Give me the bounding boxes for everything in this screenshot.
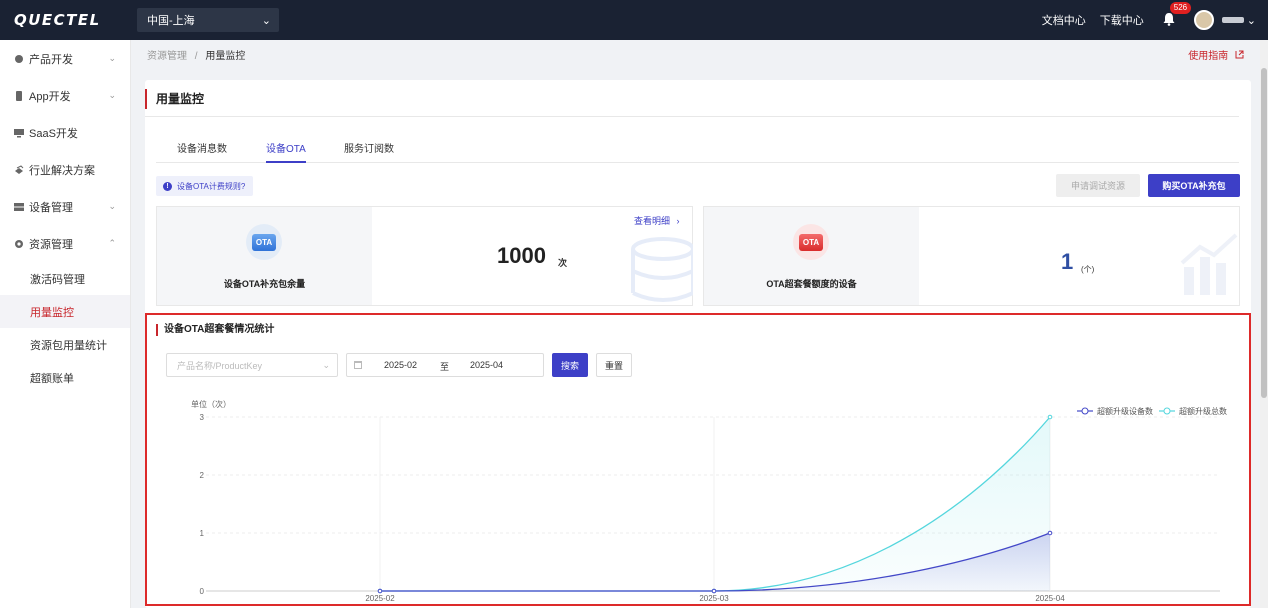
region-selector[interactable]: 中国-上海 ⌄	[137, 8, 279, 32]
view-detail-link[interactable]: 查看明细 ›	[634, 214, 680, 227]
chevron-down-icon: ⌄	[261, 14, 271, 27]
chevron-down-icon: ⌄	[108, 53, 116, 63]
stat-left-panel: OTA 设备OTA补充包余量	[157, 207, 372, 305]
sidebar-subitem-activation-codes[interactable]: 激活码管理	[0, 262, 130, 295]
stat-unit: (个)	[1081, 265, 1095, 274]
stat-label: OTA超套餐额度的设备	[766, 279, 857, 289]
y-tick-label: 0	[200, 587, 205, 596]
docs-center-link[interactable]: 文档中心	[1042, 12, 1086, 28]
x-tick-label: 2025-04	[1035, 594, 1065, 603]
top-navigation-bar: QUECTEL 中国-上海 ⌄ 文档中心 下载中心 526 ⌄	[0, 0, 1268, 40]
notification-badge: 526	[1169, 2, 1192, 14]
ota-billing-rule-link[interactable]: ! 设备OTA计费规则?	[156, 176, 254, 196]
data-point	[711, 588, 717, 594]
ota-overage-chart-section: 设备OTA超套餐情况统计 产品名称/ProductKey ⌄ 2025-02 至…	[145, 313, 1251, 606]
divider	[145, 116, 1239, 117]
database-watermark-icon	[631, 237, 693, 302]
y-axis-unit-label: 单位（次）	[191, 399, 231, 409]
gear-icon	[14, 239, 24, 249]
data-point	[1047, 414, 1053, 420]
layers-icon	[14, 164, 24, 175]
legend-marker	[1081, 407, 1089, 415]
ota-blue-icon: OTA	[246, 224, 282, 260]
y-tick-label: 1	[200, 529, 205, 538]
stat-value: 1000	[497, 243, 546, 268]
sidebar-item-label: 行业解决方案	[29, 164, 95, 177]
data-point	[377, 588, 383, 594]
sidebar-subitem-usage-monitor[interactable]: 用量监控	[0, 295, 130, 328]
sidebar-subitem-package-stats[interactable]: 资源包用量统计	[0, 328, 130, 361]
page-title: 用量监控	[145, 89, 204, 109]
apply-debug-resource-button[interactable]: 申请调试资源	[1056, 174, 1140, 197]
cube-icon	[14, 54, 24, 64]
sidebar-item-label: App开发	[29, 90, 71, 103]
breadcrumb: 资源管理 / 用量监控	[147, 47, 245, 62]
stat-value: 1	[1061, 249, 1074, 274]
chevron-down-icon: ⌄	[108, 201, 116, 211]
breadcrumb-parent[interactable]: 资源管理	[147, 51, 187, 62]
bell-icon	[1163, 13, 1175, 26]
chevron-down-icon[interactable]: ⌄	[1247, 14, 1256, 27]
ota-red-icon: OTA	[793, 224, 829, 260]
scrollbar-thumb[interactable]	[1261, 68, 1267, 398]
download-center-link[interactable]: 下载中心	[1100, 12, 1144, 28]
legend-marker	[1163, 407, 1171, 415]
server-icon	[14, 202, 24, 212]
legend-label: 超额升级总数	[1179, 406, 1227, 416]
y-tick-label: 3	[200, 413, 205, 422]
username-masked[interactable]	[1221, 17, 1244, 23]
sidebar-item-label: 设备管理	[29, 201, 73, 214]
user-guide-link[interactable]: 使用指南	[1188, 47, 1244, 62]
view-detail-label: 查看明细	[634, 216, 671, 226]
notification-bell[interactable]: 526	[1162, 2, 1192, 28]
tab-device-messages[interactable]: 设备消息数	[177, 140, 227, 163]
sidebar-item-product-dev[interactable]: 产品开发 ⌄	[0, 40, 130, 77]
sidebar-item-solutions[interactable]: 行业解决方案	[0, 151, 130, 188]
sidebar-item-resource-mgmt[interactable]: 资源管理 ⌃	[0, 225, 130, 262]
ota-overage-devices-card: OTA OTA超套餐额度的设备 1 (个)	[703, 206, 1240, 306]
sidebar-item-label: SaaS开发	[29, 127, 78, 140]
ota-overage-line-chart: 单位（次） 0 1 2 3 2025-02 2025-03 2025-04 超额升级设备数…	[191, 399, 1227, 603]
y-tick-label: 2	[200, 471, 205, 480]
ota-package-balance-card: OTA 设备OTA补充包余量 1000 次 查看明细 ›	[156, 206, 693, 306]
legend-label: 超额升级设备数	[1097, 406, 1153, 416]
tab-service-subscriptions[interactable]: 服务订阅数	[344, 140, 394, 163]
bar-chart-watermark-icon	[1180, 233, 1238, 295]
breadcrumb-separator: /	[194, 51, 198, 62]
monitor-icon	[14, 128, 24, 138]
region-label: 中国-上海	[147, 15, 195, 27]
x-tick-label: 2025-03	[699, 594, 729, 603]
sidebar-item-label: 资源管理	[29, 238, 73, 251]
sidebar-item-device-mgmt[interactable]: 设备管理 ⌄	[0, 188, 130, 225]
sidebar-item-label: 产品开发	[29, 53, 73, 66]
sidebar-subitem-overage-bills[interactable]: 超额账单	[0, 361, 130, 394]
stat-label: 设备OTA补充包余量	[223, 279, 306, 289]
tab-device-ota[interactable]: 设备OTA	[266, 140, 306, 163]
chevron-up-icon: ⌃	[108, 238, 116, 248]
info-icon: !	[163, 181, 172, 191]
chevron-down-icon: ⌄	[108, 90, 116, 100]
user-guide-label: 使用指南	[1188, 51, 1229, 62]
buy-ota-package-button[interactable]: 购买OTA补充包	[1148, 174, 1240, 197]
chevron-right-icon: ›	[676, 216, 680, 226]
phone-icon	[14, 90, 24, 101]
page-scrollbar[interactable]	[1260, 40, 1268, 608]
quectel-logo[interactable]: QUECTEL	[14, 11, 124, 29]
rule-tag-label: 设备OTA计费规则?	[177, 181, 246, 191]
data-point	[1047, 530, 1053, 536]
avatar[interactable]	[1193, 10, 1214, 30]
stat-left-panel: OTA OTA超套餐额度的设备	[704, 207, 919, 305]
usage-monitor-card: 用量监控 设备消息数 设备OTA 服务订阅数 ! 设备OTA计费规则? 申请调试…	[145, 80, 1251, 608]
sidebar-item-app-dev[interactable]: App开发 ⌄	[0, 77, 130, 114]
sidebar-item-saas-dev[interactable]: SaaS开发	[0, 114, 130, 151]
stat-unit: 次	[558, 258, 568, 268]
tab-bar: 设备消息数 设备OTA 服务订阅数	[156, 132, 1239, 163]
external-link-icon	[1235, 50, 1244, 59]
x-tick-label: 2025-02	[365, 594, 395, 603]
breadcrumb-current: 用量监控	[205, 51, 246, 62]
sidebar: 产品开发 ⌄ App开发 ⌄ SaaS开发 行业解决方案 设备管理 ⌄ 资源管理…	[0, 40, 131, 608]
